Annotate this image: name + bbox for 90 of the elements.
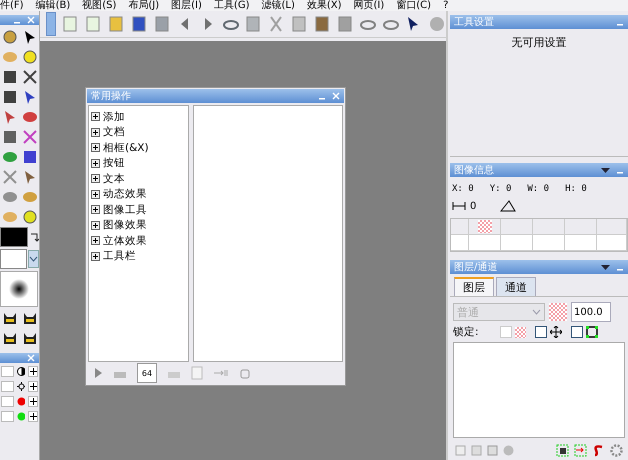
expander-icon[interactable] xyxy=(91,252,100,261)
close-icon[interactable] xyxy=(27,354,35,362)
page-icon[interactable] xyxy=(60,15,79,33)
tree-item[interactable]: 按钮 xyxy=(103,156,125,170)
lock-label: 锁定: xyxy=(453,325,479,339)
plus-icon[interactable] xyxy=(28,366,38,377)
angle-icon xyxy=(500,200,516,212)
value-cell[interactable] xyxy=(1,396,14,407)
sun-icon xyxy=(16,382,25,391)
menu-item[interactable]: ? xyxy=(443,0,448,11)
dropdown-triangle-icon[interactable] xyxy=(601,166,610,174)
expander-icon[interactable] xyxy=(91,143,100,152)
plus-icon[interactable] xyxy=(28,411,38,422)
thumbnail-size-button[interactable]: 64 xyxy=(137,363,157,383)
panel-tab[interactable]: 通道 xyxy=(496,277,536,296)
contrast-icon xyxy=(16,367,25,376)
distance-icon xyxy=(452,202,466,210)
coordinate-readout: H: 0 xyxy=(565,184,587,194)
opacity-field[interactable]: 100.0 xyxy=(571,302,611,322)
transparency-swatch[interactable] xyxy=(549,303,567,321)
circle-shape-icon[interactable] xyxy=(22,49,38,65)
expander-icon[interactable] xyxy=(91,158,100,168)
panel-title: 工具设置 xyxy=(454,16,495,29)
menu-item[interactable]: 效果(X) xyxy=(306,0,342,11)
cat-mask-icon[interactable] xyxy=(2,331,18,347)
tree-item[interactable]: 立体效果 xyxy=(103,234,147,248)
menu-item[interactable]: 滤镜(L) xyxy=(261,0,295,11)
s-shape-icon[interactable] xyxy=(592,444,605,457)
panel-tab[interactable]: 图层 xyxy=(454,277,494,296)
cat-mask-icon[interactable] xyxy=(22,331,38,347)
tree-item[interactable]: 文档 xyxy=(103,125,125,140)
close-icon[interactable] xyxy=(332,92,340,100)
panel-title: 图像信息 xyxy=(454,164,495,177)
coordinate-readout: W: 0 xyxy=(527,184,550,194)
value-cell[interactable] xyxy=(1,411,14,422)
grid-cell xyxy=(501,235,533,251)
expander-icon[interactable] xyxy=(91,128,100,137)
lock-checkbox[interactable] xyxy=(570,326,583,338)
text-page-icon[interactable] xyxy=(84,15,102,33)
menu-item[interactable]: 网页(I) xyxy=(354,0,384,11)
brush-preview[interactable] xyxy=(0,271,38,307)
grid-cell xyxy=(451,235,469,251)
cat-mask-icon[interactable] xyxy=(22,311,38,327)
caret-icon xyxy=(532,309,541,315)
tree-item[interactable]: 图像工具 xyxy=(103,202,147,217)
toolbar-handle[interactable] xyxy=(46,12,56,36)
value-cell[interactable] xyxy=(1,366,14,377)
cat-mask-icon[interactable] xyxy=(2,311,18,327)
transparency-lock-icon xyxy=(514,326,526,338)
menu-item[interactable]: 布局(J) xyxy=(128,0,160,11)
dropdown-triangle-icon[interactable] xyxy=(601,263,610,271)
swap-colors-icon[interactable] xyxy=(29,231,39,243)
plus-icon[interactable] xyxy=(28,381,38,392)
soft-brush-icon xyxy=(8,278,30,300)
value-cell[interactable] xyxy=(1,381,14,392)
frame-lock-icon xyxy=(586,326,598,338)
move-arrows-icon xyxy=(550,326,562,338)
coordinate-readout: Y: 0 xyxy=(490,184,512,194)
tree-item[interactable]: 动态效果 xyxy=(103,187,147,202)
expander-icon[interactable] xyxy=(91,236,100,246)
expander-icon[interactable] xyxy=(91,205,100,214)
grid-cell xyxy=(533,235,565,251)
lock-checkbox[interactable] xyxy=(534,326,547,338)
tree-item[interactable]: 相框(&X) xyxy=(103,140,149,155)
play-icon[interactable] xyxy=(93,367,103,379)
gear-icon[interactable] xyxy=(610,444,623,457)
color-swatch[interactable] xyxy=(0,227,28,247)
tree-item[interactable]: 文本 xyxy=(103,172,125,186)
expander-icon[interactable] xyxy=(91,190,100,199)
panel-title: 图层/通道 xyxy=(454,260,498,274)
empty-settings-message: 无可用设置 xyxy=(512,35,566,51)
expander-icon[interactable] xyxy=(91,220,100,230)
close-icon[interactable] xyxy=(27,16,35,24)
tree-item[interactable]: 工具栏 xyxy=(103,249,136,264)
distance-value: 0 xyxy=(470,200,476,212)
grid-cell xyxy=(565,235,597,251)
plus-icon[interactable] xyxy=(28,396,38,407)
coordinate-readout: X: 0 xyxy=(452,184,474,194)
menu-item[interactable]: 工具(G) xyxy=(214,0,250,11)
tree-item[interactable]: 添加 xyxy=(103,110,125,124)
menu-item[interactable]: 件(F) xyxy=(0,0,24,11)
menu-item[interactable]: 图层(I) xyxy=(171,0,202,11)
grid-cell xyxy=(597,235,627,251)
expander-icon[interactable] xyxy=(91,174,100,184)
menu-item[interactable]: 视图(S) xyxy=(82,0,116,11)
transparency-swatch xyxy=(478,220,492,233)
menu-item[interactable]: 编辑(B) xyxy=(36,0,70,11)
panel-title: 常用操作 xyxy=(91,90,132,103)
expander-icon[interactable] xyxy=(91,112,100,122)
tree-item[interactable]: 图像效果 xyxy=(103,218,147,232)
